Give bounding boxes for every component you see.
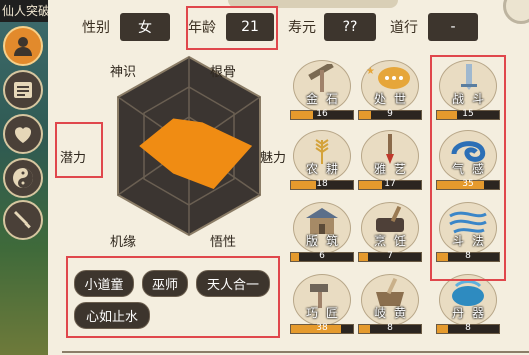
- skill-nonggeng[interactable]: 农耕 18: [290, 130, 356, 196]
- skill-pengren[interactable]: 烹饪 7: [358, 202, 424, 268]
- age-highlight: [186, 6, 278, 50]
- attr-shenshi: 神识: [110, 65, 137, 80]
- attr-wuxing: 悟性: [210, 235, 237, 250]
- bottom-divider: [62, 351, 529, 353]
- attr-jiyuan: 机缘: [110, 235, 137, 250]
- skill-chushi[interactable]: ★ 处世 9: [358, 60, 424, 126]
- window-title: 仙人突破: [0, 0, 48, 22]
- person-icon: [14, 37, 32, 56]
- close-ring-button[interactable]: [503, 0, 529, 24]
- trait-xinruzhishui[interactable]: 心如止水: [74, 302, 150, 329]
- trait-tianrenheyi[interactable]: 天人合一: [196, 270, 270, 297]
- list-icon: [14, 82, 32, 98]
- gender-value: 女: [120, 13, 170, 41]
- character-tab-button[interactable]: [3, 26, 43, 66]
- skill-yayi[interactable]: 雅艺 17: [358, 130, 424, 196]
- skill-qihuang[interactable]: 岐黄 8: [358, 274, 424, 340]
- trait-wushi[interactable]: 巫师: [142, 270, 188, 297]
- combat-skills-highlight: [430, 55, 506, 281]
- skill-banzhu[interactable]: 版筑 6: [290, 202, 356, 268]
- combat-tab-button[interactable]: [3, 200, 43, 240]
- dao-value: -: [428, 13, 478, 41]
- attr-gengu: 根骨: [210, 65, 237, 80]
- relations-tab-button[interactable]: [3, 114, 43, 154]
- heart-icon: [14, 127, 32, 143]
- messages-tab-button[interactable]: [3, 70, 43, 110]
- yin-yang-icon: [13, 168, 33, 188]
- cultivation-tab-button[interactable]: [3, 158, 43, 198]
- character-panel: 性别 女 年龄 21 寿元 ?? 道行 - 神识 根骨 魅力 悟性 机缘 潜力 …: [48, 0, 529, 355]
- dao-label: 道行: [390, 20, 418, 36]
- svg-text:★: ★: [366, 66, 375, 77]
- skill-danqi[interactable]: 丹器 8: [436, 274, 502, 340]
- skill-jinshi[interactable]: 金石 16: [290, 60, 356, 126]
- attr-meili: 魅力: [260, 151, 287, 166]
- skill-qiaojiang[interactable]: 巧匠 38: [290, 274, 356, 340]
- lifespan-value: ??: [324, 13, 376, 41]
- sword-icon: [14, 211, 31, 229]
- lifespan-label: 寿元: [288, 20, 316, 36]
- qianli-highlight: [55, 122, 103, 178]
- sidebar: 仙人突破: [0, 0, 48, 355]
- gender-label: 性别: [82, 20, 110, 36]
- trait-xiaodaotong[interactable]: 小道童: [74, 270, 134, 297]
